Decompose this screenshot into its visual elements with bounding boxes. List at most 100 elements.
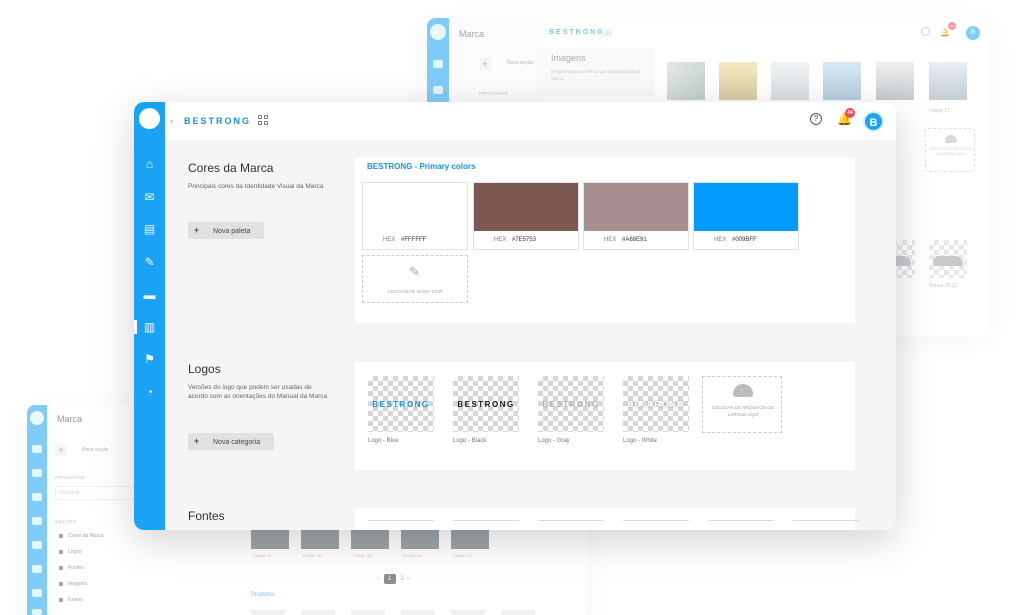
new-section-button[interactable]: Nova seção (82, 447, 108, 453)
color-swatch (474, 183, 578, 231)
product-thumb[interactable] (929, 240, 967, 278)
logo-wordmark: BESTRONG (627, 400, 685, 409)
palette-title: BESTRONG - Primary colors (367, 162, 476, 171)
upload-text: ESCOLHA OS ARQUIVOS OU LARGUE AQUI (930, 147, 972, 156)
next-page-icon[interactable]: › (405, 576, 409, 582)
color-swatch-card[interactable]: HEX #A68E91 (583, 182, 689, 250)
logo-wordmark: BESTRONG (372, 400, 430, 409)
font-card[interactable] (708, 520, 774, 524)
gallery-thumb[interactable] (401, 527, 439, 549)
layout-icon[interactable]: ▤ (142, 222, 157, 237)
avatar[interactable]: B (966, 26, 980, 40)
home-icon[interactable]: ⌂ (142, 157, 157, 172)
product-thumb[interactable] (351, 610, 385, 615)
color-swatch-card[interactable]: HEX #FFFFFF (362, 182, 468, 250)
logo-caption: Logo - Gray (538, 438, 570, 444)
color-swatch (694, 183, 798, 231)
bell-icon[interactable]: 🔔 (940, 28, 950, 37)
avatar[interactable]: B (863, 111, 884, 132)
chart-pie-icon[interactable]: ◔ (142, 385, 157, 400)
folder-icon[interactable]: ▬ (142, 288, 157, 303)
gallery-thumb[interactable] (251, 527, 289, 549)
nav-rail: ⌂ ✉ ▤ ✎ ▬ ▥ ⚑ ◔ (134, 102, 165, 530)
clock-icon[interactable] (921, 27, 930, 36)
mail-icon (433, 86, 443, 94)
section-title-colors: Cores da Marca (188, 161, 274, 175)
grid-icon[interactable] (258, 115, 268, 125)
images-section: Imagens Imagem para uso em peças Institu… (537, 48, 655, 96)
section-item[interactable]: Imagens (59, 581, 87, 587)
flag-icon[interactable]: ⚑ (142, 352, 157, 367)
plus-icon: + (55, 444, 67, 456)
section-item[interactable]: Ícones (59, 597, 83, 603)
main-window: ⌂ ✉ ▤ ✎ ▬ ▥ ⚑ ◔ › BESTRONG ? 🔔 44 B Core… (134, 102, 896, 530)
font-card[interactable] (368, 520, 434, 524)
home-icon (32, 445, 42, 453)
logos-panel: BESTRONG BESTRONG BESTRONG BESTRONG Logo… (355, 362, 855, 470)
products-label: Produtos (251, 592, 276, 598)
new-section-button[interactable]: Nova seção (507, 60, 533, 66)
logo-upload-dropzone[interactable]: ↑ ESCOLHA OS ARQUIVOS OU LARGUE AQUI (702, 376, 782, 433)
color-swatch-card[interactable]: HEX #7E5753 (473, 182, 579, 250)
product-thumb[interactable] (401, 610, 435, 615)
font-card[interactable] (623, 520, 689, 524)
image-thumb[interactable] (823, 62, 861, 100)
plus-icon: + (479, 58, 491, 70)
logo-thumb[interactable]: BESTRONG (623, 376, 689, 432)
hex-value: #7E5753 (512, 237, 537, 243)
mail-icon (32, 469, 42, 477)
notification-badge: 44 (948, 22, 956, 30)
mail-icon[interactable]: ✉ (142, 190, 157, 205)
app-logo-icon[interactable] (139, 108, 160, 129)
gallery-thumb[interactable] (301, 527, 339, 549)
gallery-caption: Image 11 (253, 553, 272, 558)
help-icon[interactable]: ? (810, 113, 822, 125)
product-thumb[interactable] (501, 610, 535, 615)
section-item[interactable]: Logos (59, 549, 82, 555)
search-label: PROCURAR (55, 475, 85, 480)
color-swatch-card[interactable]: HEX #009BFF (693, 182, 799, 250)
new-palette-button[interactable]: + Nova paleta (188, 222, 264, 239)
product-thumb[interactable] (251, 610, 285, 615)
search-input[interactable]: Procurar... (55, 486, 145, 500)
image-upload-dropzone[interactable]: ESCOLHA OS ARQUIVOS OU LARGUE AQUI (925, 128, 975, 172)
gallery-thumb[interactable] (451, 527, 489, 549)
bg-bottom-sidebar: Marca + Nova seção PROCURAR Procurar... … (47, 405, 147, 615)
section-item[interactable]: Fontes (59, 565, 83, 571)
section-item[interactable]: Cores da Marca (59, 533, 104, 539)
logo-thumb[interactable]: BESTRONG (368, 376, 434, 432)
fonts-panel (355, 508, 859, 530)
image-thumb[interactable] (667, 62, 705, 100)
font-card[interactable] (453, 520, 519, 524)
brand-logo: BESTRONG (549, 29, 605, 36)
grid-icon[interactable]: ⊞ (604, 28, 612, 39)
product-thumb[interactable] (301, 610, 335, 615)
image-thumb[interactable] (771, 62, 809, 100)
sections-label: SEÇÕES (55, 519, 77, 524)
font-card[interactable] (538, 520, 604, 524)
font-card[interactable] (793, 520, 859, 524)
add-color-button[interactable]: ✎ ADICIONAR NOVA COR (362, 255, 468, 303)
prev-page-icon[interactable]: ‹ (377, 576, 379, 582)
plus-icon: + (193, 436, 200, 446)
product-thumb[interactable] (451, 610, 485, 615)
page-button-current[interactable]: 1 (383, 574, 396, 584)
images-title: Imagens (551, 53, 586, 63)
page-button[interactable]: 2 (400, 576, 403, 582)
logo-thumb[interactable]: BESTRONG (538, 376, 604, 432)
logo-caption: Logo - Black (453, 438, 487, 444)
gallery-thumb[interactable] (351, 527, 389, 549)
chevron-right-icon[interactable]: › (170, 116, 173, 126)
image-thumb[interactable] (719, 62, 757, 100)
image-thumb[interactable] (929, 62, 967, 100)
brush-icon[interactable]: ✎ (142, 255, 157, 270)
logo-caption: Logo - White (623, 438, 658, 444)
sidebar-title: Marca (459, 29, 485, 39)
logo-thumb[interactable]: BESTRONG (453, 376, 519, 432)
notification-badge: 44 (845, 108, 855, 118)
new-category-button[interactable]: + Nova categoria (188, 433, 274, 450)
search-label: PROCURAR (479, 91, 509, 96)
book-icon[interactable]: ▥ (142, 320, 157, 335)
image-thumb[interactable] (876, 62, 914, 100)
palette-panel: BESTRONG - Primary colors HEX #FFFFFF HE… (355, 158, 855, 323)
